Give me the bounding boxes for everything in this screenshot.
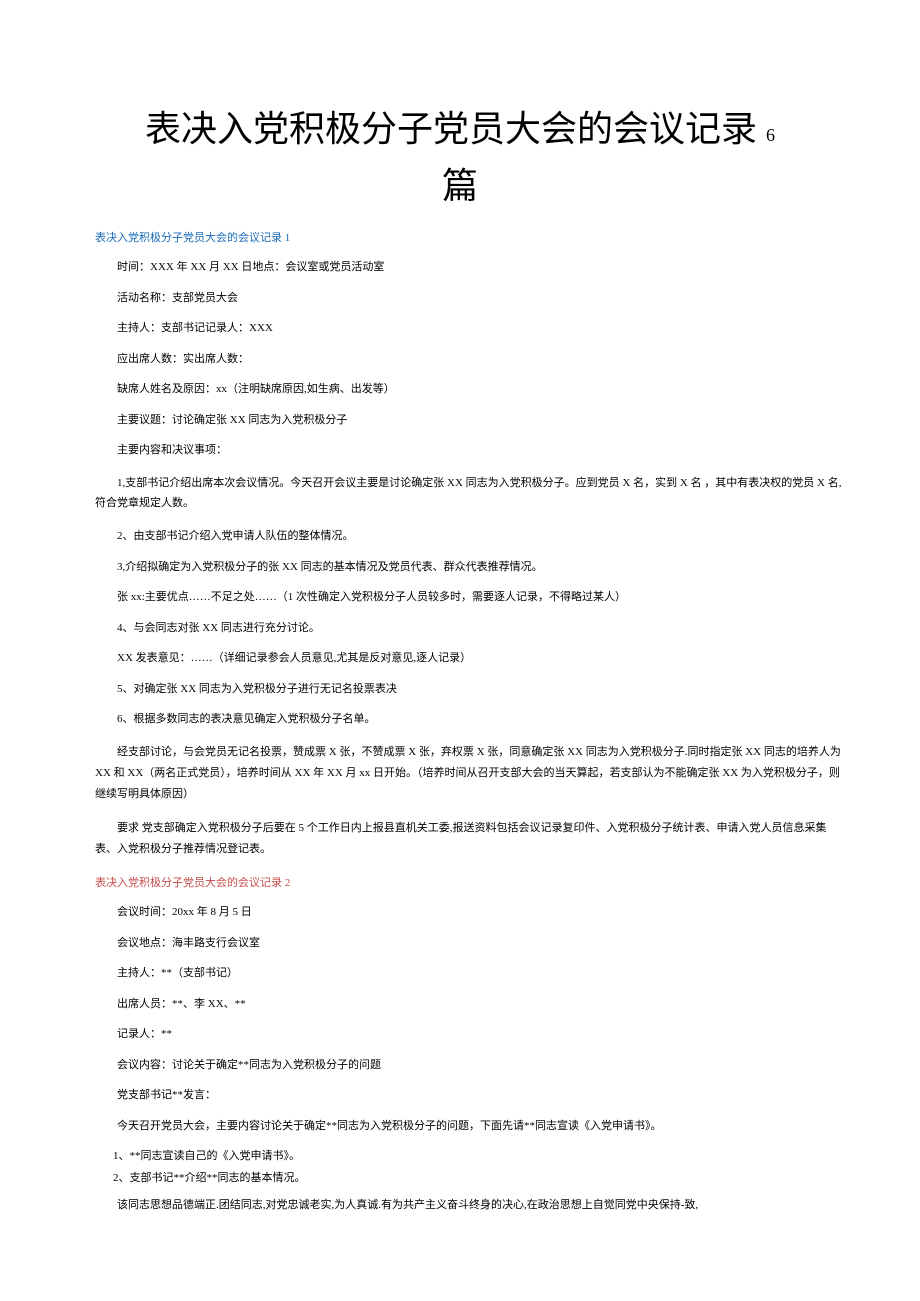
s2-character: 该同志思想品德端正.团结同志,对党忠诚老实,为人真诚.有为共产主义奋斗终身的决心… [75, 1197, 845, 1214]
s2-item-1: 1、**同志宣读自己的《入党申请书》。 [75, 1148, 845, 1166]
s2-item-2: 2、支部书记**介绍**同志的基本情况。 [75, 1170, 845, 1188]
s1-host-recorder: 主持人：支部书记记录人：XXX [75, 320, 845, 337]
s1-xx-opinion: XX 发表意见：……（详细记录参会人员意见,尤其是反对意见,逐人记录） [75, 650, 845, 667]
s2-attendees: 出席人员：**、李 XX、** [75, 996, 845, 1013]
s1-requirements: 要求 党支部确定入党积极分子后要在 5 个工作日内上报县直机关工委,报送资料包括… [75, 818, 845, 860]
s1-absentees: 缺席人姓名及原因：xx（注明缺席原因,如生病、出发等） [75, 381, 845, 398]
s2-time: 会议时间：20xx 年 8 月 5 日 [75, 904, 845, 921]
title-text: 表决入党积极分子党员大会的会议记录 [145, 109, 757, 149]
title-sub: 篇 [75, 157, 845, 209]
s1-item-2: 2、由支部书记介绍入党申请人队伍的整体情况。 [75, 528, 845, 545]
s1-activity-name: 活动名称：支部党员大会 [75, 290, 845, 307]
s1-resolution: 经支部讨论，与会党员无记名投票，赞成票 X 张，不赞成票 X 张，弃权票 X 张… [75, 742, 845, 805]
section-1-heading: 表决入党积极分子党员大会的会议记录 1 [95, 229, 845, 245]
section-2-heading: 表决入党积极分子党员大会的会议记录 2 [95, 874, 845, 890]
s1-zhang-xx: 张 xx:主要优点……不足之处……（1 次性确定入党积极分子人员较多时，需要逐人… [75, 589, 845, 606]
s1-item-5: 5、对确定张 XX 同志为入党积极分子进行无记名投票表决 [75, 681, 845, 698]
s1-item-4: 4、与会同志对张 XX 同志进行充分讨论。 [75, 620, 845, 637]
s1-item-6: 6、根据多数同志的表决意见确定入党积极分子名单。 [75, 711, 845, 728]
s1-time-place: 时间：XXX 年 XX 月 XX 日地点：会议室或党员活动室 [75, 259, 845, 276]
title-suffix: 6 [766, 125, 775, 145]
s2-secretary-speech: 党支部书记**发言： [75, 1087, 845, 1104]
s1-main-topic: 主要议题：讨论确定张 XX 同志为入党积极分子 [75, 412, 845, 429]
s2-content: 会议内容：讨论关于确定**同志为入党积极分子的问题 [75, 1057, 845, 1074]
s1-item-1: 1,支部书记介绍出席本次会议情况。今天召开会议主要是讨论确定张 XX 同志为入党… [75, 473, 845, 515]
s2-recorder: 记录人：** [75, 1026, 845, 1043]
s2-place: 会议地点：海丰路支行会议室 [75, 935, 845, 952]
s1-content-heading: 主要内容和决议事项： [75, 442, 845, 459]
s2-host: 主持人：**（支部书记） [75, 965, 845, 982]
s1-item-3: 3,介绍拟确定为入党积极分子的张 XX 同志的基本情况及党员代表、群众代表推荐情… [75, 559, 845, 576]
s2-meeting-intro: 今天召开党员大会，主要内容讨论关于确定**同志为入党积极分子的问题，下面先请**… [75, 1118, 845, 1135]
document-title: 表决入党积极分子党员大会的会议记录 6 [75, 100, 845, 152]
document-page: 表决入党积极分子党员大会的会议记录 6 篇 表决入党积极分子党员大会的会议记录 … [0, 0, 920, 1268]
s1-attendance: 应出席人数：实出席人数： [75, 351, 845, 368]
